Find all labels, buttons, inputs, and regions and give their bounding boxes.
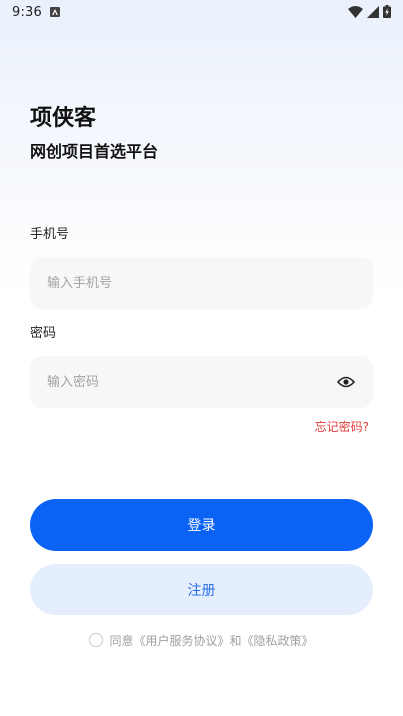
status-bar: 9:36 bbox=[0, 0, 403, 24]
phone-input[interactable] bbox=[47, 257, 356, 309]
privacy-policy-link[interactable]: 《隐私政策》 bbox=[242, 632, 314, 649]
agreement-text: 同意 《用户服务协议》 和 《隐私政策》 bbox=[109, 632, 313, 649]
wifi-icon bbox=[348, 3, 363, 22]
eye-icon[interactable] bbox=[336, 372, 356, 392]
status-time: 9:36 bbox=[12, 4, 42, 20]
phone-input-container[interactable] bbox=[30, 257, 373, 309]
agreement-row: 同意 《用户服务协议》 和 《隐私政策》 bbox=[0, 631, 403, 649]
forgot-password-link[interactable]: 忘记密码? bbox=[315, 418, 369, 435]
brand-title: 项侠客 bbox=[30, 106, 97, 131]
password-input[interactable] bbox=[47, 356, 336, 408]
login-button[interactable]: 登录 bbox=[30, 499, 373, 551]
agreement-prefix: 同意 bbox=[109, 633, 134, 648]
agreement-checkbox[interactable] bbox=[89, 633, 104, 647]
status-left: 9:36 bbox=[12, 5, 60, 20]
status-right bbox=[348, 3, 391, 22]
battery-icon bbox=[383, 3, 391, 22]
password-label: 密码 bbox=[30, 326, 57, 341]
brand-subtitle: 网创项目首选平台 bbox=[30, 142, 159, 161]
notification-app-icon bbox=[50, 7, 60, 17]
agreement-conjunction: 和 bbox=[229, 633, 242, 648]
register-button[interactable]: 注册 bbox=[30, 564, 373, 615]
user-agreement-link[interactable]: 《用户服务协议》 bbox=[133, 632, 229, 649]
phone-label: 手机号 bbox=[30, 227, 70, 242]
password-input-container[interactable] bbox=[30, 356, 373, 408]
signal-icon bbox=[367, 3, 379, 22]
